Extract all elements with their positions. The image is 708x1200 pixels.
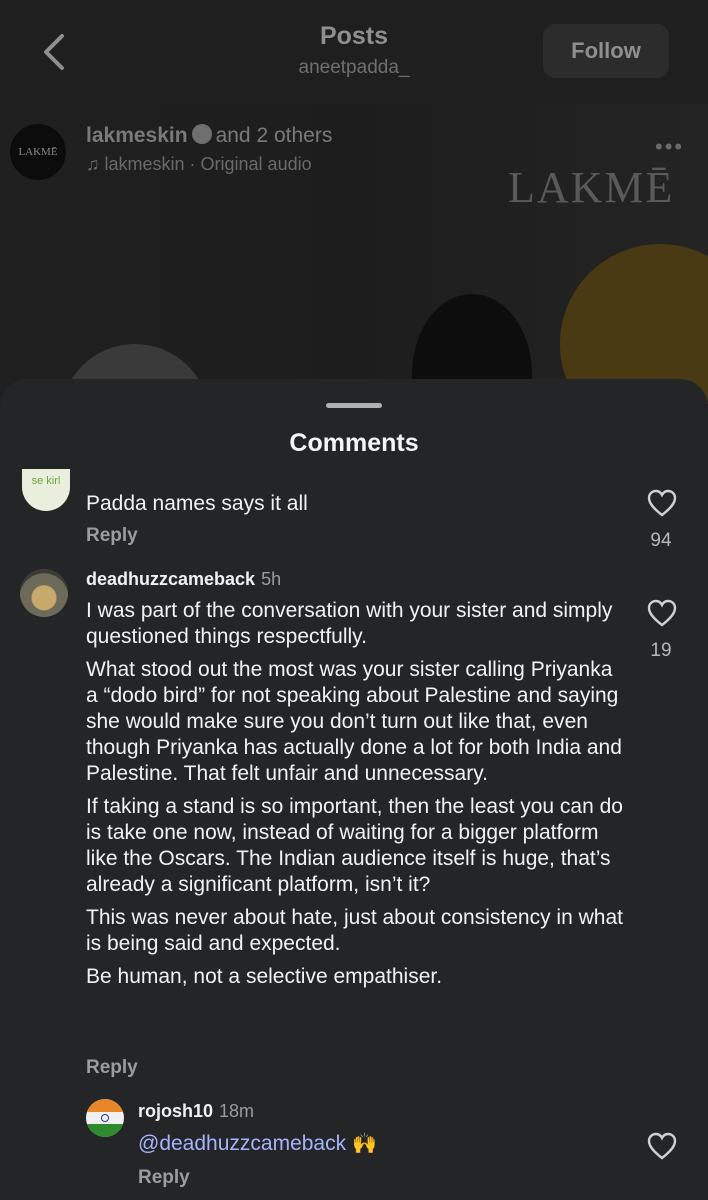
post-collaborators[interactable]: and 2 others [216,124,333,147]
flag-stripe-saffron [86,1099,124,1112]
comment-text: @deadhuzzcameback 🙌 [138,1131,608,1157]
comment-time: 5h [261,569,282,589]
brand-watermark: LAKMĒ [508,163,675,212]
avatar-image [20,569,68,617]
comment-paragraph: This was never about hate, just about co… [86,906,623,955]
like-count: 94 [650,530,672,551]
post-audio[interactable]: ♫ lakmeskin · Original audio [86,154,312,175]
post-avatar[interactable]: LAKMĒ [10,124,66,180]
comment-time: 18m [219,1101,255,1121]
more-dots-icon[interactable]: ••• [655,134,684,160]
comment-text: I was part of the conversation with your… [86,598,626,997]
avatar-text: se kirl [31,475,61,487]
comment-paragraph: What stood out the most was your sister … [86,658,622,785]
follow-button[interactable]: Follow [543,24,669,78]
post-author[interactable]: lakmeskin and 2 others [86,124,332,148]
reply-button[interactable]: Reply [86,1057,138,1079]
comment-author[interactable]: deadhuzzcameback 5h [86,569,281,590]
verified-badge-icon [191,124,212,144]
avatar[interactable]: se kirl [22,469,70,511]
comment-text: Padda names says it all [86,492,308,515]
comment-paragraph: I was part of the conversation with your… [86,599,613,648]
reply-button[interactable]: Reply [86,525,138,547]
sheet-title: Comments [289,429,419,457]
mention-link[interactable]: @deadhuzzcameback [138,1132,346,1155]
heart-icon[interactable] [647,1132,677,1160]
comment-username[interactable]: deadhuzzcameback [86,569,255,589]
comment-author[interactable]: rojosh10 18m [138,1101,254,1122]
flag-wheel-icon [101,1114,109,1122]
sheet-grabber[interactable] [326,403,382,408]
comments-sheet: Comments se kirl Padda names says it all… [0,379,708,1200]
post-video[interactable]: LAKMĒ lakmeskin and 2 others ♫ lakmeskin … [0,104,708,404]
raising-hands-emoji: 🙌 [351,1133,377,1155]
heart-icon[interactable] [647,489,677,517]
comment-paragraph: If taking a stand is so important, then … [86,795,623,896]
avatar[interactable] [20,569,68,617]
heart-icon[interactable] [647,599,677,627]
flag-stripe-green [86,1124,124,1137]
comment-paragraph: Be human, not a selective empathiser. [86,965,443,988]
comment-username[interactable]: rojosh10 [138,1101,213,1121]
top-bar: Posts aneetpadda_ Follow [0,0,708,104]
audio-label: lakmeskin · Original audio [104,154,312,174]
music-note-icon: ♫ [86,154,100,174]
post-username[interactable]: lakmeskin [86,124,188,147]
like-count: 19 [650,640,672,661]
reply-button[interactable]: Reply [138,1167,190,1189]
avatar[interactable] [86,1099,124,1137]
